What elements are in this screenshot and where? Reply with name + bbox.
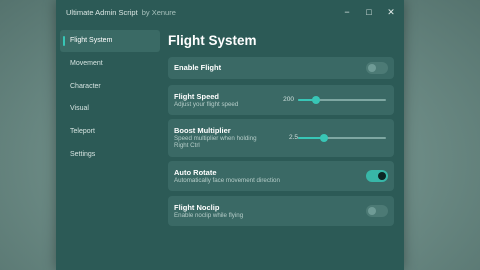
setting-enable-flight: Enable Flight <box>168 57 394 79</box>
sidebar: Flight System Movement Character Visual … <box>60 30 160 167</box>
auto-rotate-toggle[interactable] <box>366 170 388 182</box>
auto-rotate-desc: Automatically face movement direction <box>174 177 280 184</box>
flight-noclip-toggle[interactable] <box>366 205 388 217</box>
page-title: Flight System <box>168 33 257 48</box>
window-subtitle: by Xenure <box>141 7 176 17</box>
flight-noclip-desc: Enable noclip while flying <box>174 212 244 219</box>
setting-flight-speed: Flight Speed Adjust your flight speed 20… <box>168 85 394 115</box>
flight-speed-value: 200 <box>283 96 294 103</box>
flight-speed-slider[interactable] <box>298 96 386 104</box>
enable-flight-toggle[interactable] <box>366 62 388 74</box>
toggle-knob <box>378 172 386 180</box>
setting-boost-multiplier: Boost Multiplier Speed multiplier when h… <box>168 119 394 157</box>
window-title: Ultimate Admin Script <box>66 7 138 17</box>
sidebar-item-flight-system[interactable]: Flight System <box>60 30 160 52</box>
sidebar-item-character[interactable]: Character <box>60 76 160 98</box>
boost-multiplier-label: Boost Multiplier <box>174 126 231 135</box>
close-icon[interactable]: ✕ <box>386 7 396 17</box>
admin-window: Ultimate Admin Script by Xenure − □ ✕ Fl… <box>56 0 404 270</box>
enable-flight-label: Enable Flight <box>174 63 222 72</box>
window-controls: − □ ✕ <box>342 0 396 24</box>
boost-multiplier-desc-key: Right Ctrl <box>174 142 200 149</box>
toggle-knob <box>368 207 376 215</box>
flight-noclip-label: Flight Noclip <box>174 203 220 212</box>
sidebar-item-settings[interactable]: Settings <box>60 144 160 166</box>
sidebar-item-teleport[interactable]: Teleport <box>60 121 160 143</box>
toggle-knob <box>368 64 376 72</box>
setting-flight-noclip: Flight Noclip Enable noclip while flying <box>168 196 394 226</box>
maximize-icon[interactable]: □ <box>364 7 374 17</box>
boost-multiplier-value: 2.5 <box>288 134 298 141</box>
main-content: Flight System Enable Flight Flight Speed… <box>168 30 394 226</box>
auto-rotate-label: Auto Rotate <box>174 168 217 177</box>
sidebar-item-visual[interactable]: Visual <box>60 98 160 120</box>
minimize-icon[interactable]: − <box>342 7 352 17</box>
boost-multiplier-slider[interactable] <box>298 134 386 142</box>
setting-auto-rotate: Auto Rotate Automatically face movement … <box>168 161 394 191</box>
title-bar[interactable]: Ultimate Admin Script by Xenure − □ ✕ <box>56 0 404 24</box>
flight-speed-thumb[interactable] <box>311 96 320 104</box>
sidebar-item-movement[interactable]: Movement <box>60 53 160 75</box>
